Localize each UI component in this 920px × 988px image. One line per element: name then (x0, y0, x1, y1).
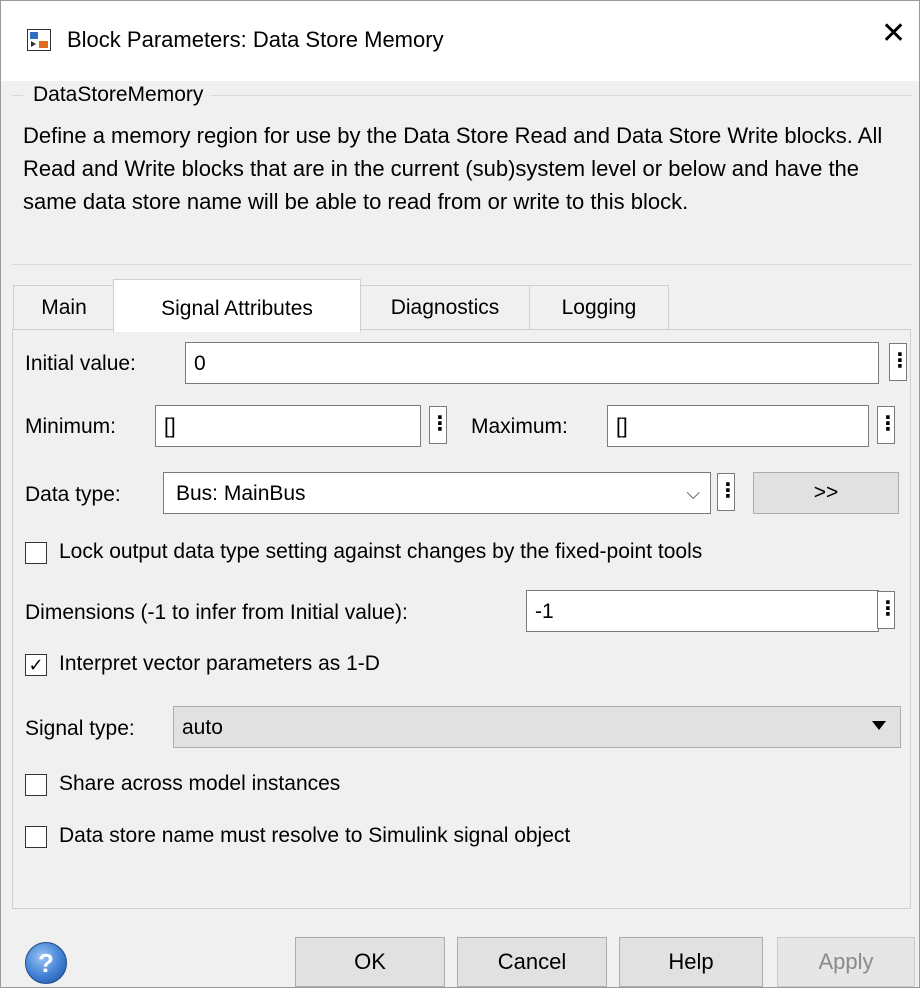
initial-value-field[interactable]: 0 (185, 342, 879, 384)
lock-output-label: Lock output data type setting against ch… (59, 540, 703, 563)
signal-type-label: Signal type: (25, 717, 135, 740)
chevron-down-icon[interactable]: ⌵ (686, 483, 700, 504)
apply-button[interactable]: Apply (777, 937, 915, 987)
share-instances-checkbox[interactable] (25, 774, 47, 796)
data-type-combobox[interactable]: Bus: MainBus ⌵ (163, 472, 711, 514)
signal-type-value: auto (182, 716, 223, 739)
interpret-vector-checkbox[interactable]: ✓ (25, 654, 47, 676)
maximum-menu-icon[interactable]: ⋮ (877, 406, 898, 444)
data-type-value: Bus: MainBus (176, 482, 306, 505)
title-bar: Block Parameters: Data Store Memory ✕ (1, 1, 919, 81)
tab-main[interactable]: Main (13, 285, 115, 330)
resolve-simulink-checkbox[interactable] (25, 826, 47, 848)
interpret-vector-label: Interpret vector parameters as 1-D (59, 652, 380, 675)
simulink-block-icon (27, 29, 51, 51)
cancel-button[interactable]: Cancel (457, 937, 607, 987)
maximum-field[interactable]: [] (607, 405, 869, 447)
dropdown-arrow-icon (872, 721, 886, 730)
group-label: DataStoreMemory (23, 83, 212, 107)
tab-diagnostics[interactable]: Diagnostics (359, 285, 531, 330)
minimum-label: Minimum: (25, 415, 117, 438)
share-instances-label: Share across model instances (59, 772, 341, 795)
initial-value-menu-icon[interactable]: ⋮ (889, 343, 910, 381)
initial-value-label: Initial value: (25, 352, 136, 375)
data-type-assistant-button[interactable]: >> (753, 472, 899, 514)
tab-logging[interactable]: Logging (529, 285, 669, 330)
dialog-window: Block Parameters: Data Store Memory ✕ Da… (0, 0, 920, 988)
window-title: Block Parameters: Data Store Memory (67, 27, 444, 52)
minimum-field[interactable]: [] (155, 405, 421, 447)
data-type-menu-icon[interactable]: ⋮ (717, 473, 738, 511)
tab-signal-attributes[interactable]: Signal Attributes (113, 279, 361, 332)
block-description: Define a memory region for use by the Da… (23, 123, 883, 214)
minimum-menu-icon[interactable]: ⋮ (429, 406, 450, 444)
help-button[interactable]: Help (619, 937, 763, 987)
help-icon[interactable]: ? (25, 942, 67, 984)
dimensions-menu-icon[interactable]: ⋮ (877, 591, 898, 629)
dimensions-field[interactable]: -1 (526, 590, 879, 632)
dimensions-label: Dimensions (-1 to infer from Initial val… (25, 601, 408, 624)
maximum-label: Maximum: (471, 415, 568, 438)
lock-output-checkbox[interactable] (25, 542, 47, 564)
data-type-label: Data type: (25, 483, 121, 506)
signal-type-dropdown[interactable]: auto (173, 706, 901, 748)
close-icon[interactable]: ✕ (881, 19, 906, 49)
ok-button[interactable]: OK (295, 937, 445, 987)
resolve-simulink-label: Data store name must resolve to Simulink… (59, 824, 571, 847)
